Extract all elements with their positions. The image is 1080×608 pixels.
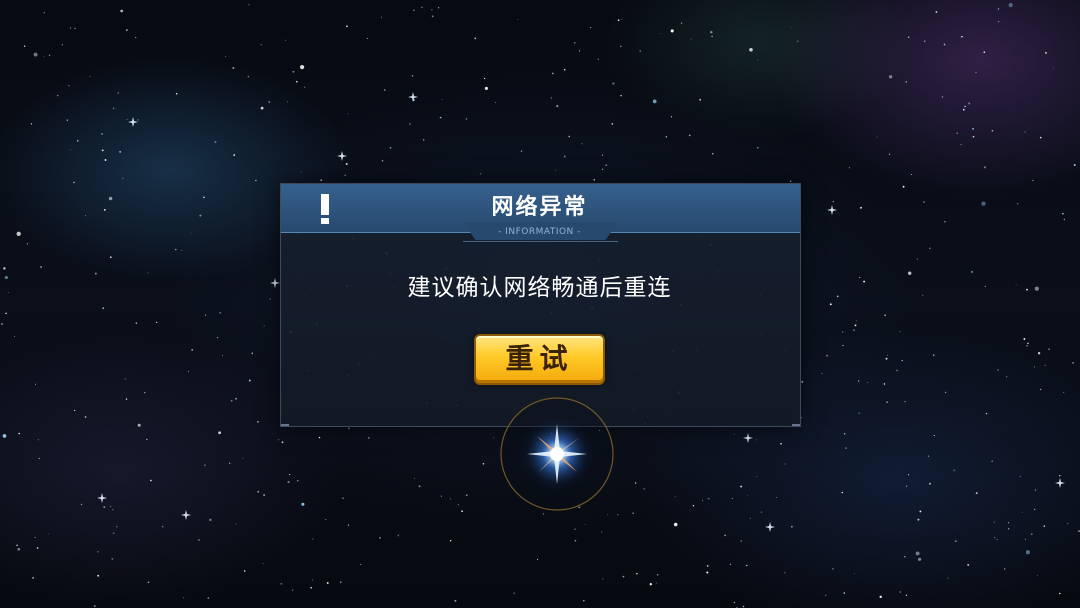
dialog-subtitle: - INFORMATION -: [498, 227, 581, 237]
retry-button[interactable]: 重试: [474, 334, 605, 385]
dialog-title: 网络异常: [491, 195, 588, 220]
space-background: 网络异常 - INFORMATION - 建议确认网络畅通后重连 重试: [0, 0, 1080, 608]
dialog-message: 建议确认网络畅通后重连: [407, 275, 672, 301]
glowing-orb-icon: [500, 397, 614, 511]
corner-mark: [281, 424, 289, 426]
corner-mark: [792, 424, 800, 426]
